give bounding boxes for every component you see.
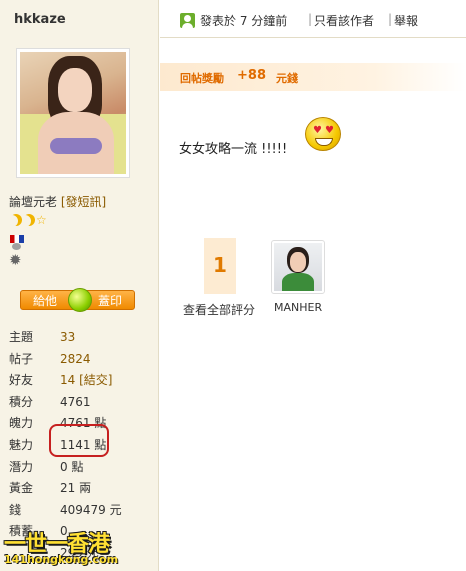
send-message-link[interactable]: [發短訊] (61, 195, 106, 209)
friends-count[interactable]: 14 (60, 373, 75, 387)
reward-amount: +88 (237, 68, 266, 83)
give-label: 給他 (33, 293, 58, 308)
moon-icon (23, 214, 35, 226)
watermark-url: 141hongkong.com (4, 553, 119, 566)
star-icon: ☆ (36, 213, 47, 227)
love-smiley-icon: ♥ ♥ (305, 117, 341, 151)
reply-reward-banner: 回帖獎勵 +88 元錢 (160, 63, 466, 91)
reward-label: 回帖獎勵 (180, 72, 224, 85)
stat-row: 潛力 0 點 (9, 459, 84, 474)
posts-count[interactable]: 2824 (60, 349, 91, 371)
rater-name-link[interactable]: MANHER (274, 301, 322, 314)
stamp-label: 蓋印 (97, 293, 122, 308)
divider: | (308, 12, 313, 26)
user-rank: 論壇元老 [發短訊] (9, 193, 106, 210)
user-online-icon (180, 13, 195, 28)
rank-title: 論壇元老 (9, 195, 58, 209)
stat-row: 錢 409479 元 (9, 502, 122, 517)
avatar-image (20, 52, 126, 174)
rater-avatar[interactable] (271, 240, 325, 294)
stat-row: 積分 4761 (9, 394, 91, 409)
user-avatar[interactable] (16, 48, 130, 178)
medal-icon[interactable] (10, 235, 24, 250)
highlight-circle (49, 424, 109, 457)
post-content: 女女攻略一流 !!!!! (179, 142, 288, 157)
divider: | (388, 12, 393, 26)
site-watermark: 一世一香港 141hongkong.com (2, 526, 130, 571)
stat-row: 黃金 21 兩 (9, 481, 92, 496)
user-sidebar: hkkaze 論壇元老 [發短訊] ☆ ✹ 給他 蓋印 主題 33 帖子 282… (0, 0, 159, 571)
stat-row: 主題 33 (9, 327, 154, 349)
report-link[interactable]: 舉報 (394, 12, 418, 29)
reward-unit: 元錢 (276, 72, 298, 85)
rating-count: 1 (213, 253, 227, 277)
add-friend-link[interactable]: [結交] (79, 373, 112, 387)
moon-icon (10, 214, 22, 226)
gear-medal-icon[interactable]: ✹ (9, 252, 25, 268)
stat-row: 帖子 2824 (9, 349, 154, 371)
rank-stars: ☆ (10, 214, 47, 226)
rating-count-box: 1 (204, 238, 236, 294)
stat-row: 好友 14 [結交] (9, 373, 113, 388)
post-header: 發表於 7 分鐘前 | 只看該作者 | 舉報 (160, 0, 466, 38)
topics-count[interactable]: 33 (60, 327, 75, 349)
view-all-ratings-link[interactable]: 查看全部評分 (183, 301, 255, 318)
post-time: 發表於 7 分鐘前 (200, 14, 288, 28)
ball-icon (68, 288, 92, 312)
username[interactable]: hkkaze (14, 12, 66, 27)
give-stamp-button[interactable]: 給他 蓋印 (20, 288, 135, 312)
only-author-link[interactable]: 只看該作者 (314, 12, 374, 29)
